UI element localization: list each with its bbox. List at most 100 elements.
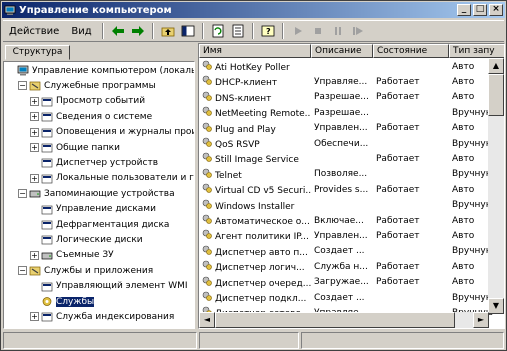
refresh-icon[interactable] <box>210 23 226 39</box>
svg-text:?: ? <box>266 27 271 36</box>
service-row[interactable]: Still Image Service Работает Авто <box>199 151 504 166</box>
tree-item[interactable]: Службы <box>30 295 95 308</box>
scroll-right-button[interactable]: ► <box>473 312 489 328</box>
column-header-description[interactable]: Описание <box>311 44 373 58</box>
service-name: DNS-клиент <box>199 91 311 104</box>
service-row[interactable]: Диспетчер логич... Служба н... Работает Авт… <box>199 259 504 274</box>
tree-item[interactable]: Управление дисками <box>30 203 156 216</box>
tree-item[interactable]: + Локальные пользователи и гру <box>30 172 194 185</box>
service-name: Диспетчер логич... <box>199 260 311 273</box>
tab-structure[interactable]: Структура <box>5 45 70 60</box>
tree-panel[interactable]: Управление компьютером (локальным) −Служе… <box>3 61 195 329</box>
expand-toggle[interactable]: + <box>30 312 39 322</box>
service-name-text: Plug and Play <box>215 124 276 135</box>
show-tree-icon[interactable] <box>180 23 196 39</box>
help-icon[interactable]: ? <box>260 23 276 39</box>
service-row[interactable]: NetMeeting Remote... Разрешае... Вручную <box>199 105 504 120</box>
horizontal-scroll-thumb[interactable] <box>215 312 455 328</box>
restart-icon[interactable] <box>350 23 366 39</box>
expand-toggle[interactable]: + <box>30 143 39 152</box>
service-row[interactable]: Диспетчер очеред... Загружае... Работает Ав… <box>199 275 504 290</box>
scroll-up-button[interactable]: ▲ <box>488 58 504 74</box>
tree-item[interactable]: Управление компьютером (локальным) <box>6 64 194 77</box>
service-name: Диспетчер авто п... <box>199 245 311 258</box>
service-row[interactable]: Ati HotKey Poller Авто <box>199 59 504 74</box>
minimize-button[interactable]: _ <box>457 4 471 16</box>
service-status: Работает <box>376 261 420 272</box>
service-gear-icon <box>202 91 212 101</box>
expand-toggle[interactable]: + <box>30 173 39 183</box>
service-description: Разрешае... <box>314 107 369 118</box>
tree-item[interactable]: + Общие папки <box>30 141 120 154</box>
play-icon[interactable] <box>290 23 306 39</box>
export-icon[interactable] <box>230 23 246 39</box>
generic-node-icon <box>41 219 53 230</box>
collapse-toggle[interactable]: − <box>18 266 27 276</box>
service-description: Управлен... <box>314 230 368 241</box>
expand-toggle[interactable]: + <box>30 127 39 137</box>
tree-item-label: Диспетчер устройств <box>56 157 159 168</box>
vertical-scrollbar[interactable]: ▲ ▼ <box>488 58 504 314</box>
service-row[interactable]: Virtual CD v5 Securi... Provides s... Рабо… <box>199 182 504 197</box>
service-row[interactable]: Windows Installer Вручную <box>199 198 504 213</box>
menu-action[interactable]: Действие <box>3 26 65 37</box>
expand-toggle[interactable]: + <box>30 96 39 106</box>
service-name: DHCP-клиент <box>199 75 311 88</box>
tree-item[interactable]: + Сведения о системе <box>30 110 152 123</box>
up-folder-icon[interactable] <box>160 23 176 39</box>
menu-view[interactable]: Вид <box>65 26 97 37</box>
tree-item[interactable]: − Служебные программы <box>18 79 156 92</box>
service-row[interactable]: Диспетчер авто п... Создает ... Вручную <box>199 244 504 259</box>
service-row[interactable]: Telnet Позволяе... Вручную <box>199 167 504 182</box>
service-name: Диспетчер подкл... <box>199 291 311 304</box>
tree-item[interactable]: Логические диски <box>30 233 143 246</box>
tree-item[interactable]: Управляющий элемент WMI <box>30 280 188 293</box>
vertical-scroll-thumb[interactable] <box>488 74 504 116</box>
service-status: Работает <box>376 153 420 164</box>
arrow-right-icon[interactable] <box>130 23 146 39</box>
computer-node-icon <box>17 65 29 76</box>
column-header-startup-type[interactable]: Тип запу <box>449 44 504 58</box>
generic-node-icon <box>41 111 53 122</box>
tree-item[interactable]: + Съемные ЗУ <box>30 249 114 262</box>
service-gear-icon <box>202 60 212 70</box>
collapse-toggle[interactable]: − <box>18 189 27 199</box>
tree-item[interactable]: − Запоминающие устройства <box>18 187 175 200</box>
expand-toggle[interactable]: + <box>30 112 39 122</box>
title-bar: Управление компьютером _ □ × <box>2 2 505 18</box>
scroll-down-button[interactable]: ▼ <box>488 298 504 314</box>
service-name: NetMeeting Remote... <box>199 106 311 119</box>
column-header-status[interactable]: Состояние <box>373 44 449 58</box>
service-description: Управляе... <box>314 76 368 87</box>
close-button[interactable]: × <box>489 4 503 16</box>
service-row[interactable]: Агент политики IP... Управлен... Работает А… <box>199 228 504 243</box>
service-row[interactable]: Автоматическое о... Включае... Работает Авт… <box>199 213 504 228</box>
tree-item[interactable]: + Оповещения и журналы произв <box>30 126 194 139</box>
service-row[interactable]: Диспетчер подкл... Создает ... Вручную <box>199 290 504 305</box>
tree-item[interactable]: Дефрагментация диска <box>30 218 169 231</box>
column-header-name[interactable]: Имя <box>199 44 311 58</box>
arrow-left-icon[interactable] <box>110 23 126 39</box>
tree-item[interactable]: + Просмотр событий <box>30 95 145 108</box>
tree-item[interactable]: − Службы и приложения <box>18 264 153 277</box>
pause-icon[interactable] <box>330 23 346 39</box>
service-row[interactable]: QoS RSVP Обеспечи... Вручную <box>199 136 504 151</box>
service-row[interactable]: DNS-клиент Разрешае... Работает Авто <box>199 90 504 105</box>
generic-node-icon <box>41 96 53 107</box>
service-row[interactable]: Plug and Play Управлен... Работает Авто <box>199 121 504 136</box>
tree-item[interactable]: + Служба индексирования <box>30 310 174 323</box>
collapse-toggle[interactable]: − <box>18 81 27 91</box>
service-name-text: DHCP-клиент <box>215 78 278 89</box>
maximize-button[interactable]: □ <box>473 4 487 16</box>
horizontal-scrollbar[interactable]: ◄ ► <box>199 312 489 328</box>
service-name: Автоматическое о... <box>199 214 311 227</box>
expand-toggle[interactable]: + <box>30 250 39 260</box>
scroll-left-button[interactable]: ◄ <box>199 312 215 328</box>
stop-icon[interactable] <box>310 23 326 39</box>
service-name-text: DNS-клиент <box>215 93 272 104</box>
service-row[interactable]: DHCP-клиент Управляе... Работает Авто <box>199 74 504 89</box>
service-gear-icon <box>202 291 212 301</box>
service-name-text: Диспетчер подкл... <box>215 294 307 304</box>
tree-item[interactable]: Диспетчер устройств <box>30 156 158 169</box>
service-description: Provides s... <box>314 184 369 195</box>
